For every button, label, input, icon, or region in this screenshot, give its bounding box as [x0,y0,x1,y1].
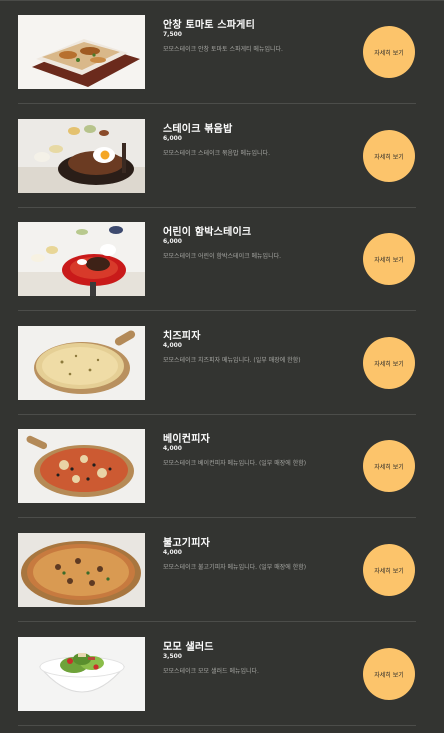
detail-button[interactable]: 자세히 보기 [363,440,415,492]
menu-item-description: 모모스테이크 안창 토마토 스파게티 메뉴입니다. [163,46,283,53]
detail-button[interactable]: 자세히 보기 [363,337,415,389]
menu-item-title: 치즈피자 [163,331,201,342]
menu-item-price: 7,500 [163,31,182,38]
menu-item-description: 모모스테이크 어린이 함박스테이크 메뉴입니다. [163,253,282,260]
detail-button[interactable]: 자세히 보기 [363,648,415,700]
menu-item-price: 4,000 [163,445,182,452]
menu-item-title: 어린이 함박스테이크 [163,227,252,238]
menu-item-photo[interactable] [18,533,145,607]
menu-item-description: 모모스테이크 불고기피자 메뉴입니다. (일부 매장에 한함) [163,564,307,571]
menu-item-photo[interactable] [18,429,145,503]
menu-item-title: 스테이크 볶음밥 [163,124,233,135]
menu-item-photo[interactable] [18,637,145,711]
menu-item-photo[interactable] [18,222,145,296]
menu-item-description: 모모스테이크 스테이크 볶음밥 메뉴입니다. [163,150,270,157]
menu-item-description: 모모스테이크 치즈피자 메뉴입니다. (일부 매장에 한함) [163,357,301,364]
menu-item-title: 베이컨피자 [163,434,210,445]
detail-button[interactable]: 자세히 보기 [363,233,415,285]
menu-item-photo[interactable] [18,326,145,400]
menu-item: 모모 샐러드 3,500 모모스테이크 모모 샐러드 메뉴입니다. 자세히 보기 [18,623,416,726]
detail-button[interactable]: 자세히 보기 [363,26,415,78]
menu-item: 불고기피자 4,000 모모스테이크 불고기피자 메뉴입니다. (일부 매장에 … [18,519,416,622]
detail-button[interactable]: 자세히 보기 [363,130,415,182]
menu-item-description: 모모스테이크 모모 샐러드 메뉴입니다. [163,668,259,675]
detail-button[interactable]: 자세히 보기 [363,544,415,596]
menu-item: 안창 토마토 스파게티 7,500 모모스테이크 안창 토마토 스파게티 메뉴입… [18,1,416,104]
menu-item-price: 3,500 [163,653,182,660]
menu-item-photo[interactable] [18,15,145,89]
menu-item-price: 4,000 [163,342,182,349]
menu-item-price: 4,000 [163,549,182,556]
menu-item-title: 불고기피자 [163,538,210,549]
menu-item-price: 6,000 [163,135,182,142]
menu-item-photo[interactable] [18,119,145,193]
menu-item-description: 모모스테이크 베이컨피자 메뉴입니다. (일부 매장에 한함) [163,460,307,467]
menu-item: 치즈피자 4,000 모모스테이크 치즈피자 메뉴입니다. (일부 매장에 한함… [18,312,416,415]
menu-item-title: 모모 샐러드 [163,642,214,653]
menu-item: 어린이 함박스테이크 6,000 모모스테이크 어린이 함박스테이크 메뉴입니다… [18,208,416,311]
menu-item-price: 6,000 [163,238,182,245]
menu-list: 안창 토마토 스파게티 7,500 모모스테이크 안창 토마토 스파게티 메뉴입… [0,0,444,733]
menu-item: 베이컨피자 4,000 모모스테이크 베이컨피자 메뉴입니다. (일부 매장에 … [18,415,416,518]
menu-item: 스테이크 볶음밥 6,000 모모스테이크 스테이크 볶음밥 메뉴입니다. 자세… [18,105,416,208]
menu-item-title: 안창 토마토 스파게티 [163,20,255,31]
